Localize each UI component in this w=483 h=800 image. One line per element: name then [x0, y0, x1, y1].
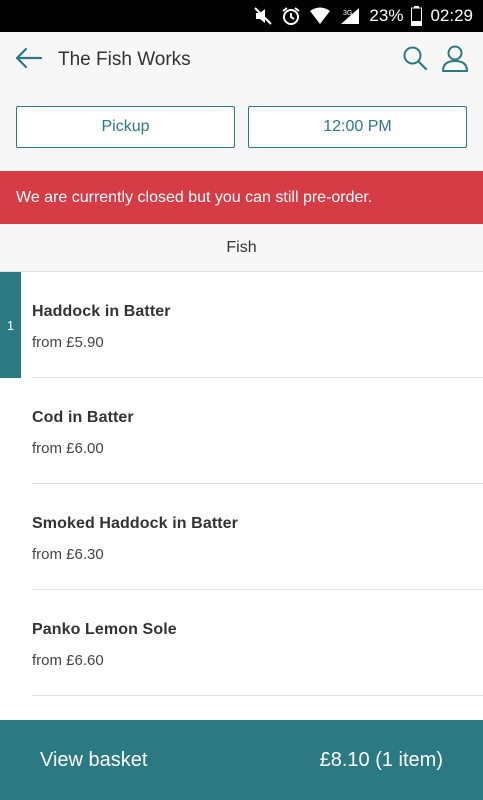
- pickup-button[interactable]: Pickup: [16, 106, 235, 148]
- mute-icon: [253, 6, 273, 26]
- menu-item[interactable]: Panko Lemon Sole from £6.60: [0, 590, 483, 696]
- item-name: Smoked Haddock in Batter: [32, 515, 239, 532]
- view-basket-button[interactable]: View basket £8.10 (1 item): [0, 720, 483, 800]
- basket-total: £8.10 (1 item): [319, 748, 443, 771]
- search-icon: [402, 45, 428, 76]
- signal-icon: 3G: [339, 7, 361, 25]
- item-name: Cod in Batter: [32, 409, 134, 426]
- menu-list: 1 Haddock in Batter from £5.90 Cod in Ba…: [0, 272, 483, 696]
- item-price: from £6.00: [32, 440, 104, 457]
- item-price: from £6.60: [32, 652, 104, 669]
- alert-message: We are currently closed but you can stil…: [16, 188, 373, 206]
- menu-item[interactable]: Smoked Haddock in Batter from £6.30: [0, 484, 483, 590]
- time-button[interactable]: 12:00 PM: [248, 106, 467, 148]
- category-title: Fish: [226, 238, 257, 256]
- search-button[interactable]: [395, 32, 435, 88]
- order-options: Pickup 12:00 PM: [0, 88, 483, 171]
- item-name: Panko Lemon Sole: [32, 621, 177, 638]
- svg-text:3G: 3G: [343, 10, 352, 17]
- status-bar: 3G 23% 02:29: [0, 0, 483, 32]
- menu-item[interactable]: Cod in Batter from £6.00: [0, 378, 483, 484]
- battery-percentage: 23%: [369, 6, 404, 25]
- menu-item[interactable]: 1 Haddock in Batter from £5.90: [0, 272, 483, 378]
- item-price: from £5.90: [32, 334, 104, 351]
- app-bar: The Fish Works: [0, 32, 483, 88]
- divider: [32, 695, 483, 696]
- quantity-indicator: 1: [0, 272, 21, 378]
- category-header: Fish: [0, 224, 483, 272]
- basket-label: View basket: [40, 748, 148, 771]
- alarm-icon: [281, 6, 301, 26]
- item-price: from £6.30: [32, 546, 104, 563]
- quantity-count: 1: [6, 317, 15, 333]
- wifi-icon: [309, 7, 331, 25]
- account-button[interactable]: [435, 32, 475, 88]
- battery-icon: [411, 6, 423, 26]
- user-icon: [441, 44, 469, 77]
- back-button[interactable]: [4, 32, 54, 88]
- closed-alert: We are currently closed but you can stil…: [0, 171, 483, 224]
- page-title: The Fish Works: [58, 49, 191, 70]
- clock-time: 02:29: [430, 6, 473, 25]
- arrow-left-icon: [15, 47, 43, 74]
- item-name: Haddock in Batter: [32, 303, 171, 320]
